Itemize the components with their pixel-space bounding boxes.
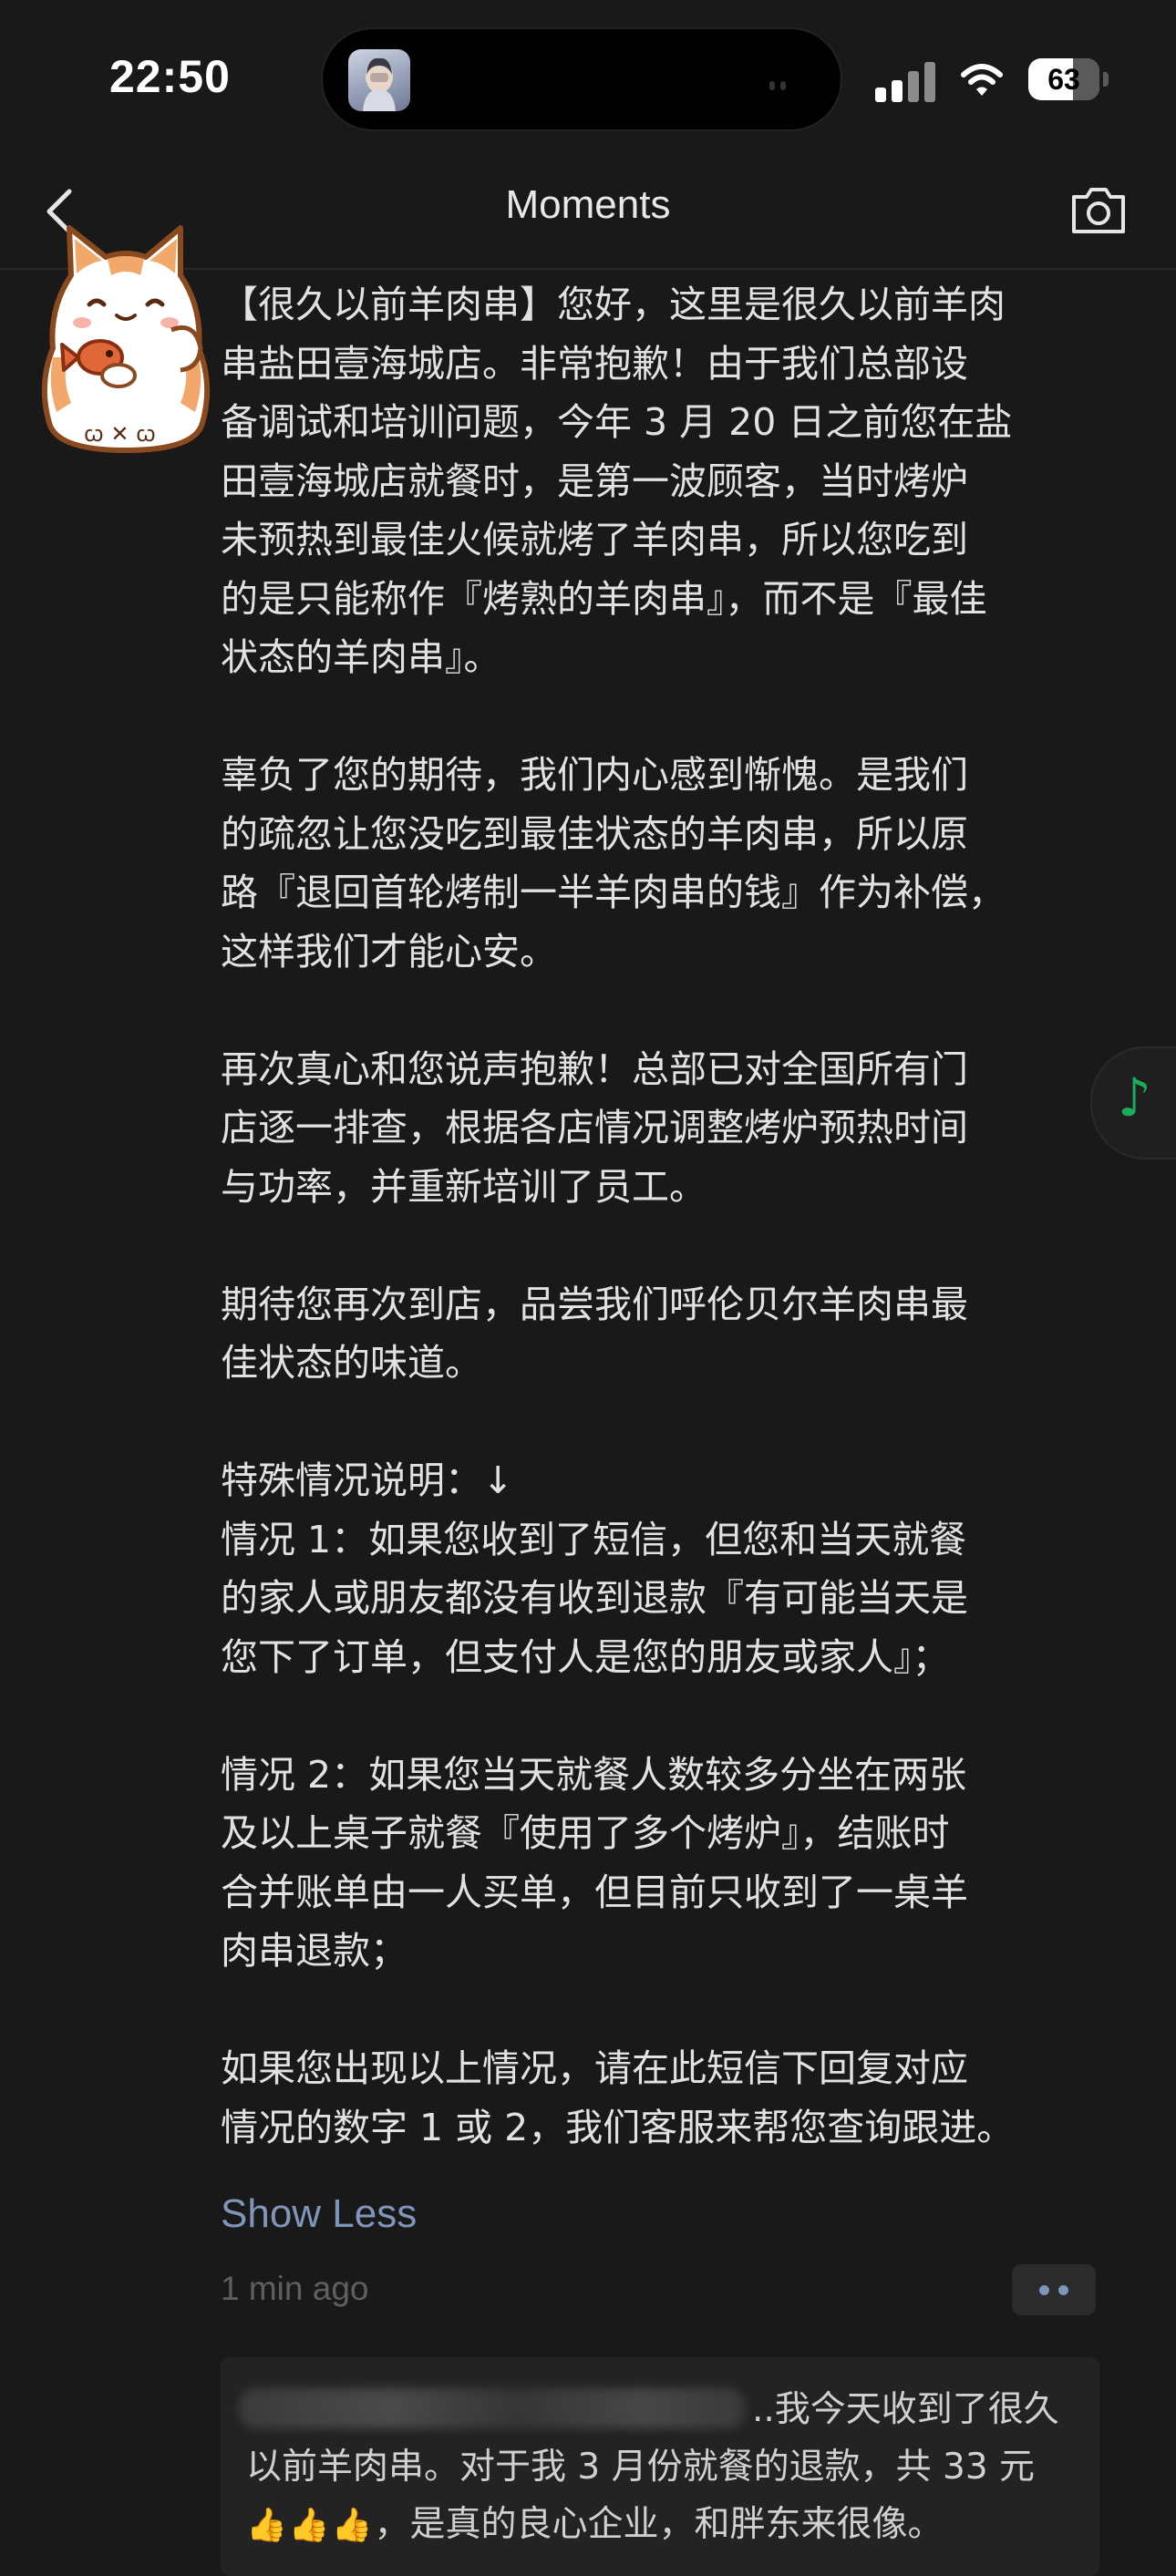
now-playing-avatar[interactable] (348, 49, 410, 111)
show-less-link[interactable]: Show Less (221, 2191, 417, 2237)
post-text-line: 特殊情况说明：↓ (221, 1458, 514, 1502)
comment-line: ，是真的良心企业，和胖东来很像。 (374, 2504, 944, 2545)
post-text-line: 辜负了您的期待，我们内心感到惭愧。是我们 (221, 753, 968, 797)
post-text-line: 如果您出现以上情况，请在此短信下回复对应 (221, 2046, 968, 2090)
comment-line: ..我今天收到了很久 (752, 2389, 1059, 2430)
dynamic-island[interactable] (321, 27, 842, 131)
post-text-line: 这样我们才能心安。 (221, 929, 557, 974)
post-text-line: 合并账单由一人买单，但目前只收到了一桌羊 (221, 1870, 968, 1914)
post-text-line: 路『退回首轮烤制一半羊肉串的钱』作为补偿， (221, 871, 1006, 914)
post-text-line: 与功率，并重新培训了员工。 (221, 1164, 707, 1209)
cat-sticker: ꞷ ✕ ꞷ (35, 221, 217, 459)
island-indicator (769, 77, 797, 90)
post-text-line: 再次真心和您说声抱歉！总部已对全国所有门 (221, 1046, 968, 1091)
more-actions-button[interactable] (1012, 2264, 1096, 2315)
post-text-line: 期待您再次到店，品尝我们呼伦贝尔羊肉串最 (221, 1282, 968, 1326)
post-text-line: 田壹海城店就餐时，是第一波顾客，当时烤炉 (221, 459, 968, 503)
post-text-line: 的疏忽让您没吃到最佳状态的羊肉串，所以原 (221, 811, 968, 856)
camera-icon (1072, 188, 1125, 233)
post-text-line: 的是只能称作『烤熟的羊肉串』，而不是『最佳 (221, 576, 987, 621)
post-text: 【很久以前羊肉串】您好，这里是很久以前羊肉 串盐田壹海城店。非常抱歉！由于我们总部… (221, 275, 1132, 2157)
battery-percent: 63 (1047, 63, 1080, 96)
battery-indicator: 63 (1028, 58, 1109, 100)
status-time: 22:50 (109, 51, 231, 102)
post-text-line: 佳状态的味道。 (221, 1341, 482, 1385)
post-timestamp: 1 min ago (221, 2270, 369, 2307)
post-text-line: 您下了订单，但支付人是您的朋友或家人』； (221, 1634, 950, 1679)
status-bar: 22:50 63 (0, 0, 1176, 155)
post-text-line: 【很久以前羊肉串】您好，这里是很久以前羊肉 (221, 283, 1006, 326)
post-text-line: 情况 2：如果您当天就餐人数较多分坐在两张 (221, 1752, 967, 1797)
comment-text: ..我今天收到了很久 以前羊肉串。对于我 3 月份就餐的退款，共 33 元 👍👍… (246, 2381, 1094, 2554)
svg-text:ꞷ ✕ ꞷ: ꞷ ✕ ꞷ (84, 421, 156, 447)
post-text-line: 及以上桌子就餐『使用了多个烤炉』，结账时 (221, 1811, 950, 1855)
post-text-line: 状态的羊肉串』。 (221, 635, 501, 679)
post-text-line: 情况 1：如果您收到了短信，但您和当天就餐 (221, 1517, 967, 1561)
post-text-line: 备调试和培训问题，今年 3 月 20 日之前您在盐 (221, 400, 1013, 444)
music-note-icon: ♪ (1118, 1066, 1152, 1128)
post-text-line: 的家人或朋友都没有收到退款『有可能当天是 (221, 1576, 968, 1620)
post-text-line: 店逐一排查，根据各店情况调整烤炉预热时间 (221, 1106, 968, 1149)
post-text-line: 情况的数字 1 或 2，我们客服来帮您查询跟进。 (221, 2105, 1015, 2149)
thumbs-up-icons: 👍👍👍 (246, 2507, 375, 2544)
post-text-line: 肉串退款； (221, 1929, 407, 1973)
wifi-icon (961, 62, 1003, 98)
signal-icon (875, 62, 935, 102)
camera-button[interactable] (1068, 182, 1129, 237)
post-text-line: 未预热到最佳火候就烤了羊肉串，所以您吃到 (221, 518, 968, 562)
post-text-line: 串盐田壹海城店。非常抱歉！由于我们总部设 (221, 341, 968, 386)
comment-line: 以前羊肉串。对于我 3 月份就餐的退款，共 33 元 (246, 2447, 1036, 2488)
battery-icon: 63 (1028, 58, 1099, 100)
